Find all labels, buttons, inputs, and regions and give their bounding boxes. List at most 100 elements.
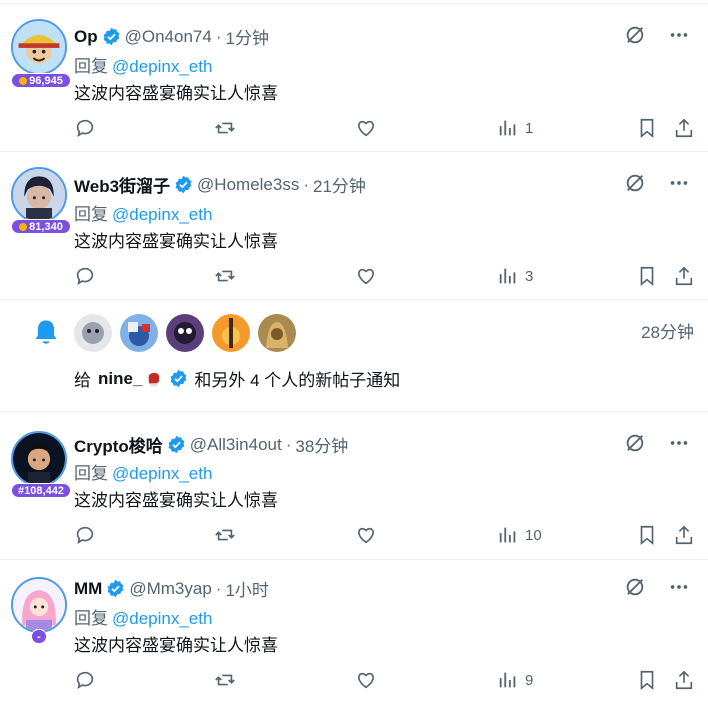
- bookmark-button[interactable]: [636, 669, 658, 691]
- repost-button[interactable]: [214, 669, 236, 691]
- share-button[interactable]: [673, 117, 695, 139]
- timestamp[interactable]: 21分钟: [313, 172, 366, 197]
- tweet[interactable]: 81,340 Web3街溜子 @Homele3ss · 21分钟 回复 @depi…: [0, 152, 708, 300]
- grok-icon[interactable]: [624, 172, 646, 194]
- author-name[interactable]: Crypto梭哈: [74, 432, 163, 457]
- repost-icon: [214, 524, 236, 546]
- views-button[interactable]: 1: [497, 117, 533, 139]
- author-name[interactable]: MM: [74, 579, 102, 599]
- avatar[interactable]: [11, 577, 67, 633]
- share-button[interactable]: [673, 524, 695, 546]
- verified-badge-icon: [102, 27, 121, 46]
- repost-icon: [214, 117, 236, 139]
- repost-icon: [214, 265, 236, 287]
- action-bar: 9: [74, 669, 698, 693]
- reply-context: 回复 @depinx_eth: [74, 57, 213, 76]
- bookmark-button[interactable]: [636, 117, 658, 139]
- score-badge: -: [31, 629, 47, 644]
- share-icon: [673, 117, 695, 139]
- tweet-header: Crypto梭哈 @All3in4out · 38分钟: [74, 432, 348, 457]
- tweet[interactable]: #108,442 Crypto梭哈 @All3in4out · 38分钟 回复 @…: [0, 412, 708, 560]
- timestamp[interactable]: 1小时: [225, 576, 268, 601]
- mention-link[interactable]: @depinx_eth: [112, 205, 212, 224]
- repost-button[interactable]: [214, 524, 236, 546]
- like-button[interactable]: [355, 669, 377, 691]
- action-bar: 1: [74, 117, 698, 141]
- reply-icon: [74, 524, 96, 546]
- notification-item[interactable]: 28分钟 给 nine_ 和另外 4 个人的新帖子通知: [0, 300, 708, 412]
- author-handle[interactable]: @All3in4out: [190, 435, 282, 455]
- avatar[interactable]: [120, 314, 158, 352]
- timestamp[interactable]: 1分钟: [226, 24, 269, 49]
- tweet[interactable]: 96,945 Op @On4on74 · 1分钟 回复 @depinx_eth 这…: [0, 4, 708, 152]
- separator-dot: ·: [215, 26, 222, 46]
- action-bar: 3: [74, 265, 698, 289]
- avatar[interactable]: [74, 314, 112, 352]
- avatar[interactable]: [11, 19, 67, 75]
- views-icon: [497, 669, 519, 691]
- author-handle[interactable]: @Mm3yap: [129, 579, 211, 599]
- mention-link[interactable]: @depinx_eth: [112, 57, 212, 76]
- grok-icon[interactable]: [624, 432, 646, 454]
- reply-button[interactable]: [74, 265, 96, 287]
- mention-link[interactable]: @depinx_eth: [112, 609, 212, 628]
- action-bar: 10: [74, 524, 698, 548]
- tweet[interactable]: - MM @Mm3yap · 1小时 回复 @depinx_eth 这波内容盛宴确…: [0, 560, 708, 708]
- coin-icon: [19, 222, 28, 231]
- bookmark-icon: [636, 265, 658, 287]
- mention-link[interactable]: @depinx_eth: [112, 464, 212, 483]
- tweet-header: Op @On4on74 · 1分钟: [74, 24, 269, 49]
- bookmark-icon: [636, 117, 658, 139]
- bookmark-button[interactable]: [636, 524, 658, 546]
- like-button[interactable]: [355, 265, 377, 287]
- views-button[interactable]: 10: [497, 524, 542, 546]
- verified-badge-icon: [167, 435, 186, 454]
- like-button[interactable]: [355, 524, 377, 546]
- reply-icon: [74, 265, 96, 287]
- more-icon[interactable]: [668, 576, 690, 598]
- avatar[interactable]: [212, 314, 250, 352]
- notification-text: 给 nine_ 和另外 4 个人的新帖子通知: [74, 368, 401, 391]
- avatar[interactable]: [11, 431, 67, 487]
- reply-button[interactable]: [74, 669, 96, 691]
- grok-icon[interactable]: [624, 24, 646, 46]
- reply-icon: [74, 669, 96, 691]
- avatar[interactable]: [258, 314, 296, 352]
- reply-button[interactable]: [74, 117, 96, 139]
- bookmark-button[interactable]: [636, 265, 658, 287]
- bookmark-icon: [636, 524, 658, 546]
- tweet-header: Web3街溜子 @Homele3ss · 21分钟: [74, 172, 366, 197]
- tweet-text: 这波内容盛宴确实让人惊喜: [74, 491, 278, 510]
- reply-context: 回复 @depinx_eth: [74, 464, 213, 483]
- author-name[interactable]: Web3街溜子: [74, 172, 170, 197]
- more-icon[interactable]: [668, 432, 690, 454]
- separator-dot: ·: [303, 174, 310, 194]
- author-handle[interactable]: @On4on74: [125, 27, 212, 47]
- views-button[interactable]: 9: [497, 669, 533, 691]
- share-button[interactable]: [673, 669, 695, 691]
- like-button[interactable]: [355, 117, 377, 139]
- timestamp[interactable]: 38分钟: [295, 432, 348, 457]
- share-icon: [673, 669, 695, 691]
- notification-user[interactable]: nine_: [98, 369, 142, 389]
- like-icon: [355, 265, 377, 287]
- repost-button[interactable]: [214, 117, 236, 139]
- reply-icon: [74, 117, 96, 139]
- avatar[interactable]: [11, 167, 67, 223]
- views-button[interactable]: 3: [497, 265, 533, 287]
- verified-badge-icon: [106, 579, 125, 598]
- reply-button[interactable]: [74, 524, 96, 546]
- avatar[interactable]: [166, 314, 204, 352]
- author-name[interactable]: Op: [74, 27, 98, 47]
- author-handle[interactable]: @Homele3ss: [197, 175, 299, 195]
- share-button[interactable]: [673, 265, 695, 287]
- notification-time: 28分钟: [641, 323, 694, 342]
- views-count: 9: [525, 671, 534, 689]
- repost-button[interactable]: [214, 265, 236, 287]
- more-icon[interactable]: [668, 24, 690, 46]
- notification-avatars: [74, 314, 296, 352]
- views-count: 1: [525, 119, 534, 137]
- more-icon[interactable]: [668, 172, 690, 194]
- reply-context: 回复 @depinx_eth: [74, 609, 213, 628]
- grok-icon[interactable]: [624, 576, 646, 598]
